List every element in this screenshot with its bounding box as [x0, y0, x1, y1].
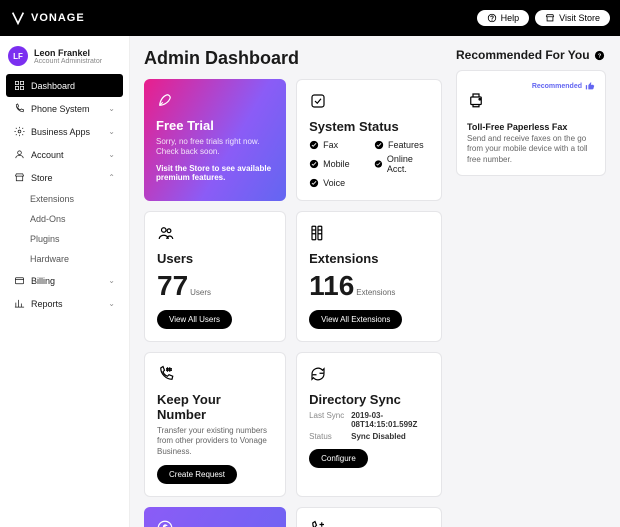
configure-button[interactable]: Configure	[309, 449, 368, 468]
nav-business-apps[interactable]: Business Apps⌄	[6, 120, 123, 143]
brand-logo: VONAGE	[10, 10, 85, 26]
chevron-icon: ⌄	[108, 127, 115, 136]
check-circle-icon	[309, 140, 319, 150]
nav-icon	[14, 298, 25, 309]
user-name: Leon Frankel	[34, 48, 102, 58]
check-circle-icon	[374, 140, 384, 150]
create-request-button[interactable]: Create Request	[157, 465, 237, 484]
store-icon	[545, 13, 555, 23]
recommended-badge: Recommended	[467, 81, 595, 91]
choose-number-card: Choose Your Number 26Local 12Toll-Free G…	[296, 507, 442, 527]
recommended-card[interactable]: Recommended Toll-Free Paperless Fax Send…	[456, 70, 606, 176]
nav-icon	[14, 172, 25, 183]
phone-plus-icon	[309, 520, 327, 527]
nav-icon	[14, 149, 25, 160]
extensions-count: 116	[309, 270, 354, 302]
keep-number-card: Keep Your Number Transfer your existing …	[144, 352, 286, 497]
fax-icon	[467, 91, 485, 109]
status-fax: Fax	[309, 140, 364, 150]
sidebar: LF Leon Frankel Account Administrator Da…	[0, 36, 130, 527]
recommended-heading: Recommended For You ?	[456, 48, 606, 62]
nav-sub-add-ons[interactable]: Add-Ons	[6, 209, 123, 229]
nav-sub-plugins[interactable]: Plugins	[6, 229, 123, 249]
users-card: Users 77Users View All Users	[144, 211, 286, 342]
chevron-icon: ⌄	[108, 150, 115, 159]
nav-billing[interactable]: Billing⌄	[6, 269, 123, 292]
nav-store[interactable]: Store⌃	[6, 166, 123, 189]
status-mobile: Mobile	[309, 154, 364, 174]
check-icon	[309, 92, 327, 110]
check-circle-icon	[374, 159, 383, 169]
nav-sub-extensions[interactable]: Extensions	[6, 189, 123, 209]
system-status-card: System Status FaxFeaturesMobileOnline Ac…	[296, 79, 442, 201]
sync-icon	[309, 365, 327, 383]
chevron-icon: ⌃	[108, 173, 115, 182]
chevron-icon: ⌄	[108, 104, 115, 113]
vonage-icon	[10, 10, 26, 26]
chevron-icon: ⌄	[108, 276, 115, 285]
help-icon	[487, 13, 497, 23]
status-features: Features	[374, 140, 429, 150]
free-trial-link[interactable]: Visit the Store to see available premium…	[156, 164, 274, 182]
visit-store-button[interactable]: Visit Store	[535, 10, 610, 26]
free-trial-card: Free Trial Sorry, no free trials right n…	[144, 79, 286, 201]
thumbs-up-icon	[585, 81, 595, 91]
view-users-button[interactable]: View All Users	[157, 310, 232, 329]
chevron-icon: ⌄	[108, 299, 115, 308]
nav-account[interactable]: Account⌄	[6, 143, 123, 166]
rocket-icon	[156, 91, 174, 109]
help-circle-icon: ?	[594, 50, 605, 61]
view-extensions-button[interactable]: View All Extensions	[309, 310, 402, 329]
check-circle-icon	[309, 159, 319, 169]
dollar-icon	[156, 519, 174, 527]
avatar: LF	[8, 46, 28, 66]
nav-icon	[14, 103, 25, 114]
extensions-card: Extensions 116Extensions View All Extens…	[296, 211, 442, 342]
nav-icon	[14, 80, 25, 91]
users-icon	[157, 224, 175, 242]
referral-card: Earn Referral Rewards Earn up to $10,000…	[144, 507, 286, 527]
help-button[interactable]: Help	[477, 10, 530, 26]
users-count: 77	[157, 270, 188, 302]
nav-icon	[14, 126, 25, 137]
nav-sub-hardware[interactable]: Hardware	[6, 249, 123, 269]
nav-reports[interactable]: Reports⌄	[6, 292, 123, 315]
page-title: Admin Dashboard	[144, 48, 442, 69]
nav-icon	[14, 275, 25, 286]
status-voice: Voice	[309, 178, 364, 188]
user-profile[interactable]: LF Leon Frankel Account Administrator	[6, 44, 123, 74]
brand-text: VONAGE	[31, 12, 85, 24]
nav-phone-system[interactable]: Phone System⌄	[6, 97, 123, 120]
check-circle-icon	[309, 178, 319, 188]
phone-hash-icon	[157, 365, 175, 383]
nav-dashboard[interactable]: Dashboard	[6, 74, 123, 97]
extensions-icon	[309, 224, 327, 242]
directory-sync-card: Directory Sync Last Sync2019-03-08T14:15…	[296, 352, 442, 497]
status-online-acct-: Online Acct.	[374, 154, 429, 174]
user-role: Account Administrator	[34, 58, 102, 65]
